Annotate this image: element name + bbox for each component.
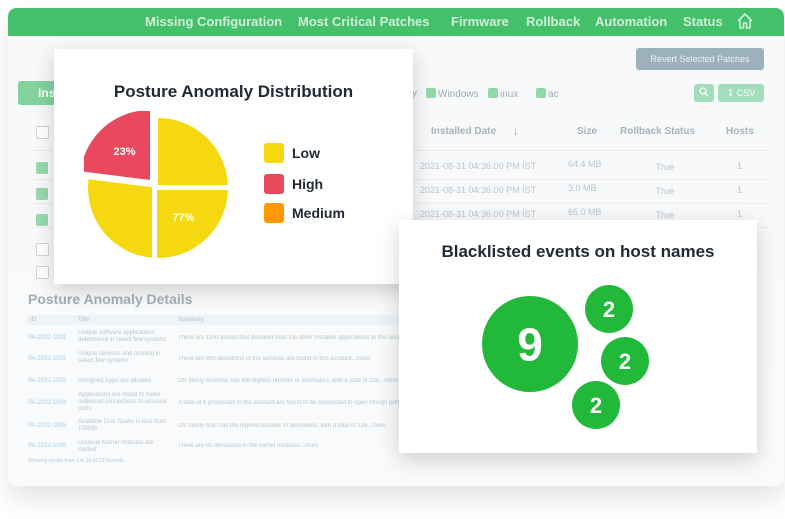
- details-row-id[interactable]: PA-2022-1002: [28, 356, 66, 363]
- details-row-title: Unique software applications determined …: [78, 330, 167, 343]
- host-bubble-count: 9: [517, 319, 543, 371]
- details-row-summary: There are 386 deviations in the services…: [178, 356, 371, 362]
- details-row-id[interactable]: PA-2022-1004: [28, 400, 66, 407]
- export-csv-button[interactable]: ↧ CSV: [718, 84, 764, 102]
- nav-missing-configuration[interactable]: Missing Configuration: [145, 14, 282, 29]
- cell-rollback-status: True: [656, 210, 675, 220]
- row-checkbox[interactable]: [36, 243, 49, 256]
- details-row-title: Unsigned Apps are allowed: [78, 378, 151, 384]
- select-all-checkbox[interactable]: [36, 126, 49, 139]
- host-bubble-count: 2: [590, 393, 602, 418]
- details-row-title: Available Disk Space is less than 100MB: [78, 419, 166, 432]
- checkbox-checked-icon: [488, 88, 498, 98]
- details-row-summary: There are 86 deviations in the kernel mo…: [178, 443, 319, 449]
- pie-chart: 77% 23%: [84, 111, 254, 271]
- details-row-summary: There are 1100 assets that deviated from…: [178, 335, 403, 341]
- posture-anomaly-details-title: Posture Anomaly Details: [28, 291, 193, 307]
- checkbox-checked-icon: [426, 88, 436, 98]
- nav-automation[interactable]: Automation: [595, 14, 667, 29]
- cell-rollback-status: True: [656, 162, 675, 172]
- filter-linux[interactable]: inux: [488, 88, 518, 100]
- cell-hosts: 1: [737, 209, 743, 219]
- download-icon: ↧: [726, 88, 735, 98]
- row-checkbox[interactable]: [36, 214, 48, 226]
- nav-rollback[interactable]: Rollback: [526, 14, 580, 29]
- cell-size: 65.0 MB: [568, 207, 602, 217]
- cell-installed-date: 2021-08-31 04:36:00 PM IST: [420, 209, 537, 219]
- details-header-summary[interactable]: Summary: [178, 317, 204, 323]
- nav-status[interactable]: Status: [683, 14, 723, 29]
- details-row-summary: OS family mac has the highest number of …: [178, 423, 387, 429]
- details-row-id[interactable]: PA-2022-1006: [28, 443, 66, 450]
- legend-swatch-medium: [264, 203, 284, 223]
- details-row-id[interactable]: PA-2022-1003: [28, 378, 66, 385]
- cell-size: 64.4 MB: [568, 159, 602, 169]
- pie-label-low: 77%: [172, 212, 194, 224]
- details-table-header: ID Title Summary: [26, 315, 406, 325]
- legend-swatch-low: [264, 143, 284, 163]
- cell-installed-date: 2021-08-31 04:36:00 PM IST: [420, 185, 537, 195]
- revert-selected-patches-button[interactable]: Revert Selected Patches: [636, 48, 764, 70]
- sort-down-icon[interactable]: ↓: [512, 123, 519, 138]
- pie-gap-vertical: [152, 111, 157, 271]
- host-bubble-count: 2: [603, 297, 615, 322]
- cell-size: 3.0 MB: [568, 183, 597, 193]
- legend-label-high: High: [292, 176, 324, 192]
- cell-hosts: 1: [737, 161, 743, 171]
- top-navigation-bar: Missing Configuration Most Critical Patc…: [8, 8, 784, 36]
- host-bubble-count: 2: [619, 349, 631, 374]
- cell-rollback-status: True: [656, 186, 675, 196]
- search-button[interactable]: [694, 84, 714, 102]
- blacklisted-events-card: Blacklisted events on host names 9222: [399, 220, 757, 453]
- details-header-title[interactable]: Title: [78, 317, 89, 323]
- details-row-summary: OS family windows has the highest number…: [178, 378, 398, 384]
- legend-label-medium: Medium: [292, 205, 345, 221]
- posture-anomaly-distribution-card: Posture Anomaly Distribution 77% 23% Low …: [54, 49, 413, 284]
- filter-windows[interactable]: Windows: [426, 88, 479, 100]
- legend-swatch-high: [264, 174, 284, 194]
- column-header-hosts[interactable]: Hosts: [726, 126, 754, 137]
- search-icon: [699, 87, 709, 97]
- bubble-chart: 9222: [482, 285, 649, 429]
- details-row-title: Unusual Kernel modules are loaded: [78, 440, 154, 453]
- home-icon[interactable]: [735, 11, 755, 31]
- details-row-summary: A total of 8 processes in the account ar…: [178, 400, 403, 406]
- row-checkbox[interactable]: [36, 188, 48, 200]
- column-header-size[interactable]: Size: [577, 126, 597, 137]
- cell-installed-date: 2021-08-31 04:36:00 PM IST: [420, 161, 537, 171]
- row-checkbox[interactable]: [36, 162, 48, 174]
- details-row-title: Unique services and running in select fe…: [78, 351, 161, 364]
- row-checkbox[interactable]: [36, 266, 49, 279]
- filter-mac[interactable]: ac: [536, 88, 559, 100]
- legend-label-low: Low: [292, 145, 320, 161]
- pie-label-high: 23%: [114, 146, 136, 158]
- details-row-title: Applications are found to make outbound …: [78, 392, 167, 412]
- cell-hosts: 1: [737, 185, 743, 195]
- column-header-rollback-status[interactable]: Rollback Status: [620, 126, 695, 137]
- column-header-installed-date[interactable]: Installed Date: [431, 126, 496, 137]
- pie-card-title: Posture Anomaly Distribution: [113, 82, 354, 101]
- pie-gap-horizontal: [154, 185, 254, 190]
- details-row-id[interactable]: PA-2022-1005: [28, 423, 66, 430]
- nav-most-critical-patches[interactable]: Most Critical Patches: [298, 14, 430, 29]
- details-pagination-text: Showing results from 1 to 10 of 13 Recor…: [28, 458, 124, 464]
- details-header-id[interactable]: ID: [30, 317, 36, 323]
- checkbox-checked-icon: [536, 88, 546, 98]
- details-row-id[interactable]: PA-2022-1001: [28, 335, 66, 342]
- nav-firmware[interactable]: Firmware: [451, 14, 509, 29]
